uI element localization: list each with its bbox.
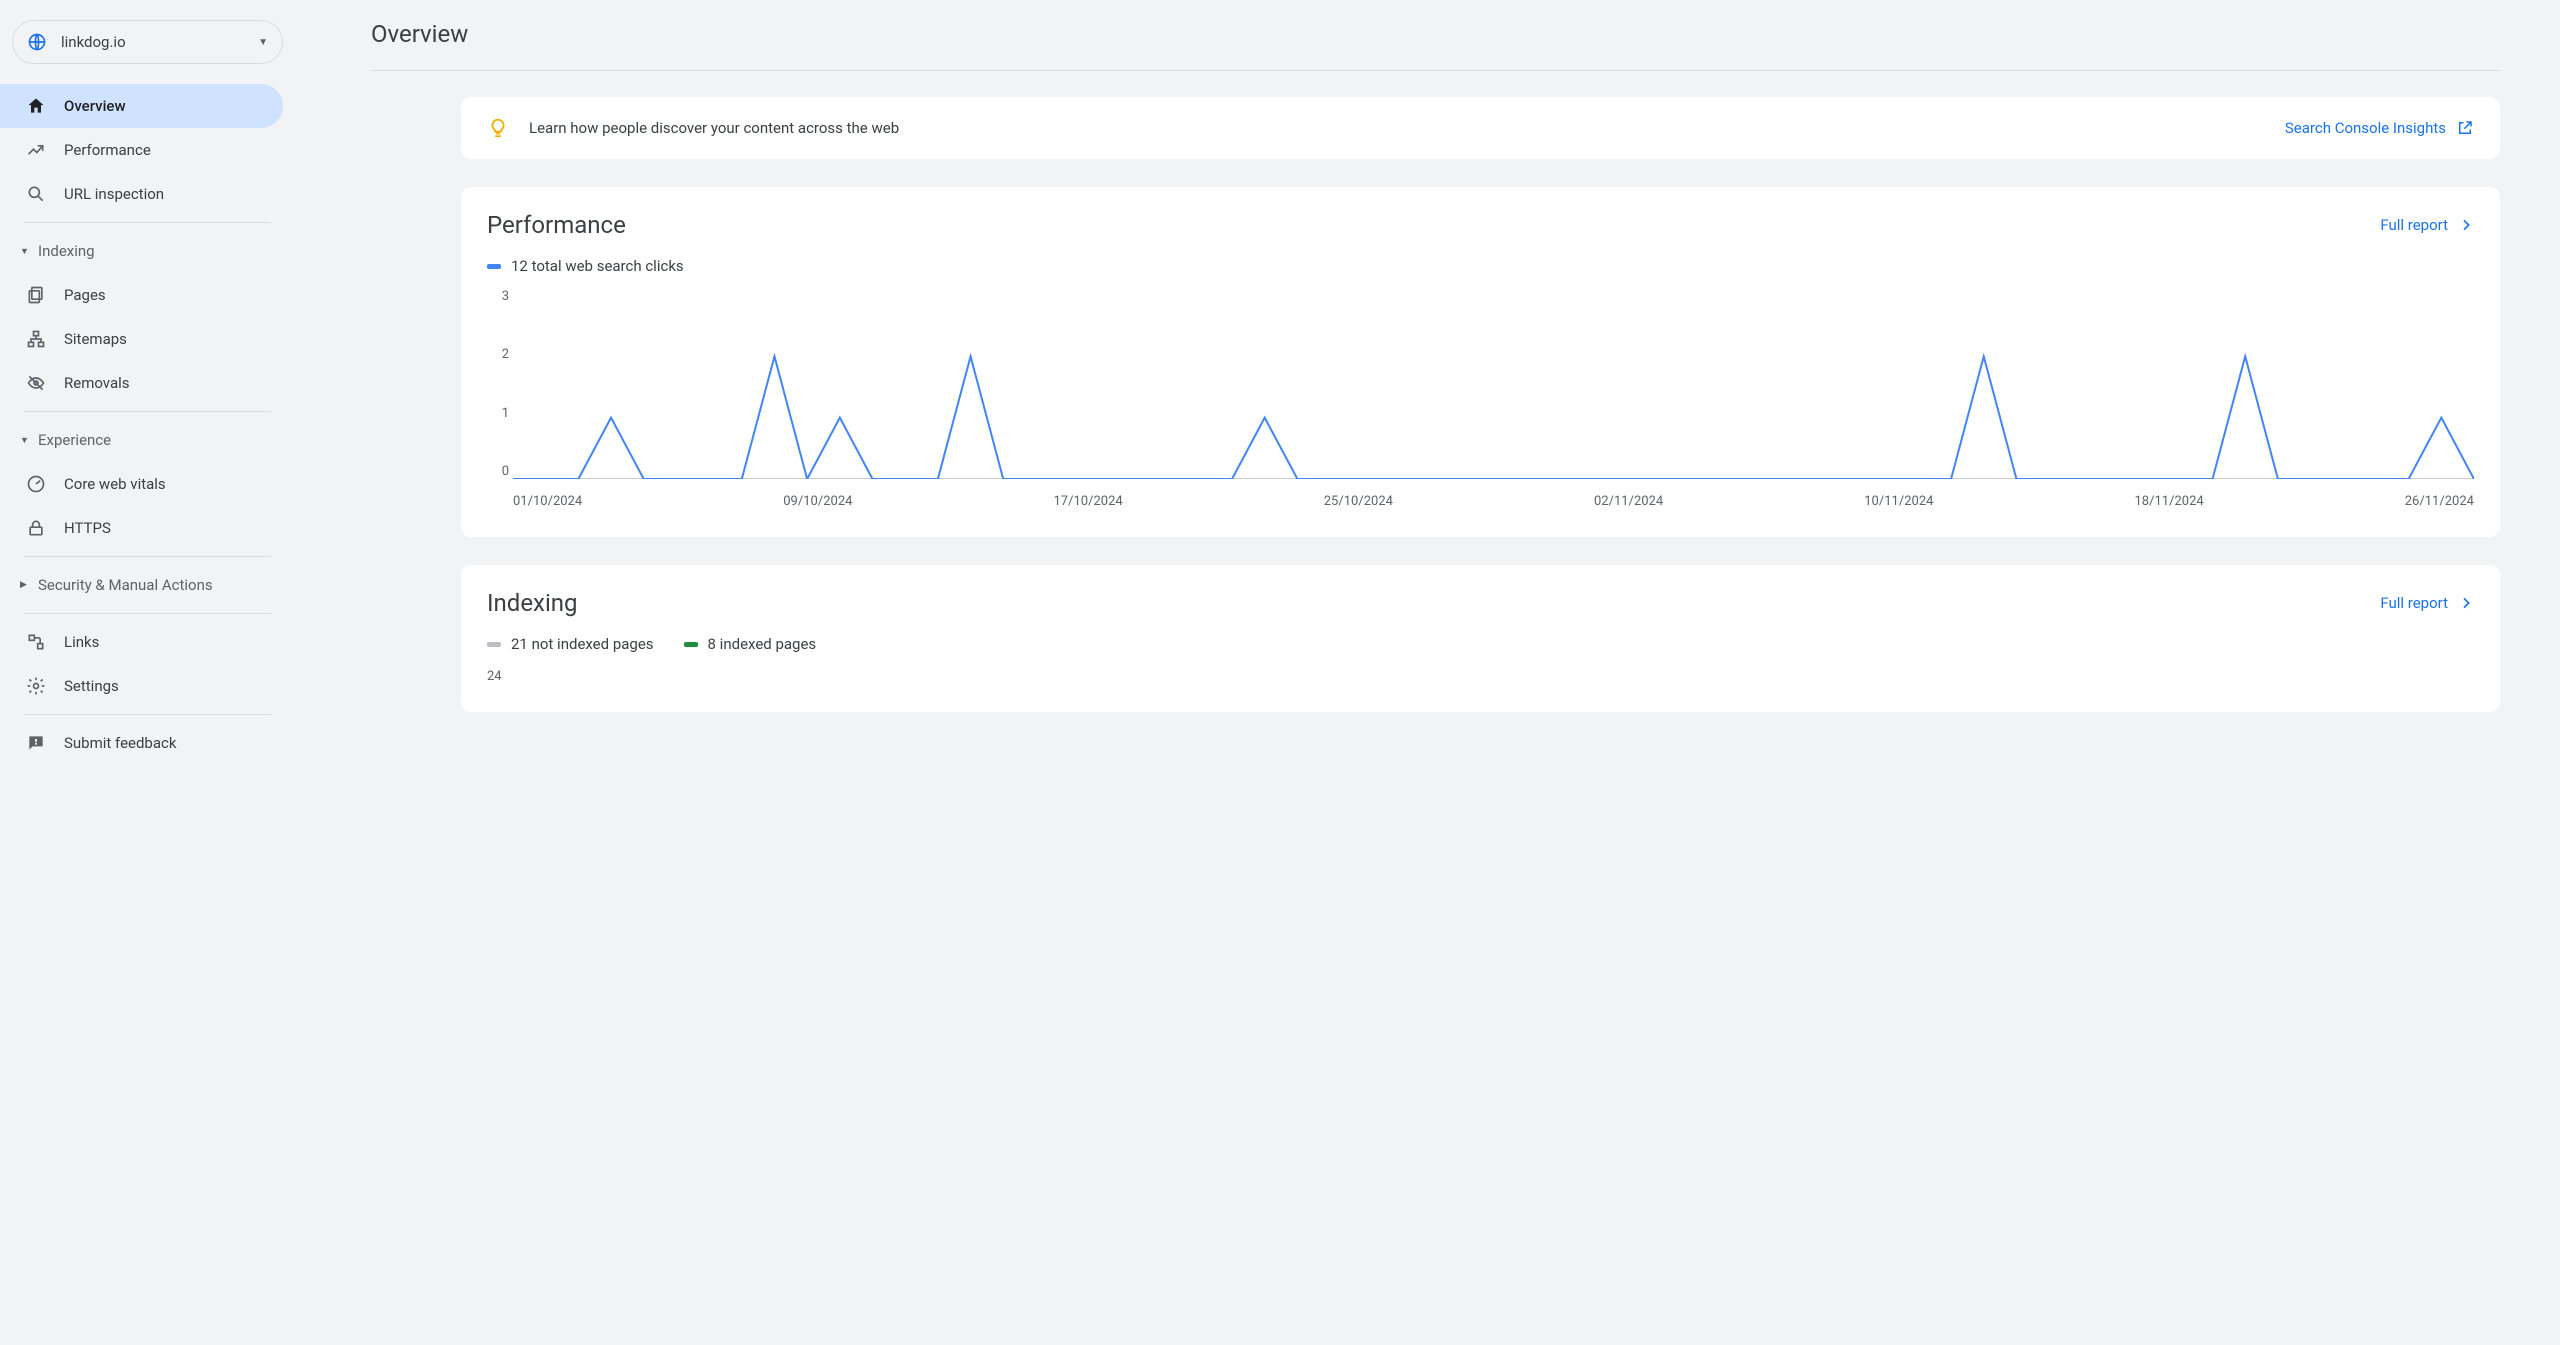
divider bbox=[24, 411, 271, 412]
link-label: Search Console Insights bbox=[2285, 119, 2446, 137]
legend-swatch bbox=[684, 642, 698, 647]
sidebar-section-label: Experience bbox=[38, 431, 111, 449]
home-icon bbox=[26, 96, 46, 116]
x-tick: 18/11/2024 bbox=[2135, 494, 2204, 509]
link-icon bbox=[26, 632, 46, 652]
x-tick: 17/10/2024 bbox=[1054, 494, 1123, 509]
sidebar-item-overview[interactable]: Overview bbox=[0, 84, 283, 128]
sidebar-item-label: URL inspection bbox=[64, 185, 164, 203]
legend-swatch bbox=[487, 642, 501, 647]
sidebar-section-label: Indexing bbox=[38, 242, 95, 260]
performance-card: Performance Full report 12 total web sea… bbox=[461, 187, 2500, 537]
sidebar-item-label: Performance bbox=[64, 141, 151, 159]
sidebar: linkdog.io ▼ Overview Performance URL in… bbox=[0, 0, 295, 1345]
indexing-legend: 21 not indexed pages 8 indexed pages bbox=[487, 635, 2474, 653]
sidebar-item-label: Pages bbox=[64, 286, 106, 304]
legend-swatch bbox=[487, 264, 501, 269]
performance-chart: 3 2 1 0 01/10/2024 09/10/2024 17/10/2024… bbox=[487, 289, 2474, 509]
performance-full-report-link[interactable]: Full report bbox=[2380, 216, 2474, 234]
visibility-off-icon bbox=[26, 373, 46, 393]
sidebar-section-label: Security & Manual Actions bbox=[38, 576, 213, 594]
sidebar-item-removals[interactable]: Removals bbox=[0, 361, 283, 405]
indexing-title: Indexing bbox=[487, 589, 2380, 617]
legend-item: 12 total web search clicks bbox=[487, 257, 684, 275]
insight-card: Learn how people discover your content a… bbox=[461, 97, 2500, 159]
lightbulb-icon bbox=[487, 117, 509, 139]
performance-title: Performance bbox=[487, 211, 2380, 239]
insight-text: Learn how people discover your content a… bbox=[529, 119, 2285, 137]
chevron-right-icon bbox=[2458, 595, 2474, 611]
sidebar-item-label: Settings bbox=[64, 677, 119, 695]
divider bbox=[24, 556, 271, 557]
sidebar-item-pages[interactable]: Pages bbox=[0, 273, 283, 317]
main-content: Overview Learn how people discover your … bbox=[295, 0, 2560, 1345]
property-name: linkdog.io bbox=[61, 33, 258, 51]
pages-icon bbox=[26, 285, 46, 305]
legend-label: 21 not indexed pages bbox=[511, 635, 654, 653]
x-tick: 01/10/2024 bbox=[513, 494, 582, 509]
trending-up-icon bbox=[26, 140, 46, 160]
caret-down-icon: ▼ bbox=[258, 37, 268, 48]
y-tick: 3 bbox=[487, 289, 509, 304]
plot-area bbox=[513, 295, 2474, 479]
sidebar-section-security-manual-actions[interactable]: ▶ Security & Manual Actions bbox=[0, 563, 295, 607]
indexing-card: Indexing Full report 21 not indexed page… bbox=[461, 565, 2500, 712]
y-tick: 0 bbox=[487, 464, 509, 479]
legend-item-not-indexed: 21 not indexed pages bbox=[487, 635, 654, 653]
sidebar-item-url-inspection[interactable]: URL inspection bbox=[0, 172, 283, 216]
open-in-new-icon bbox=[2456, 119, 2474, 137]
indexing-full-report-link[interactable]: Full report bbox=[2380, 594, 2474, 612]
sidebar-item-submit-feedback[interactable]: Submit feedback bbox=[0, 721, 283, 765]
x-tick: 25/10/2024 bbox=[1324, 494, 1393, 509]
sidebar-item-label: Sitemaps bbox=[64, 330, 127, 348]
link-label: Full report bbox=[2380, 594, 2448, 612]
x-tick: 26/11/2024 bbox=[2405, 494, 2474, 509]
caret-down-icon: ▼ bbox=[20, 435, 34, 446]
sidebar-item-label: Submit feedback bbox=[64, 734, 176, 752]
sidebar-item-https[interactable]: HTTPS bbox=[0, 506, 283, 550]
chevron-right-icon bbox=[2458, 217, 2474, 233]
caret-right-icon: ▶ bbox=[20, 580, 34, 590]
divider bbox=[24, 222, 271, 223]
y-tick: 2 bbox=[487, 347, 509, 362]
sidebar-item-sitemaps[interactable]: Sitemaps bbox=[0, 317, 283, 361]
x-tick: 10/11/2024 bbox=[1864, 494, 1933, 509]
sidebar-item-label: Links bbox=[64, 633, 99, 651]
sidebar-item-core-web-vitals[interactable]: Core web vitals bbox=[0, 462, 283, 506]
sitemap-icon bbox=[26, 329, 46, 349]
page-title: Overview bbox=[371, 20, 2500, 71]
sidebar-item-links[interactable]: Links bbox=[0, 620, 283, 664]
lock-icon bbox=[26, 518, 46, 538]
globe-icon bbox=[27, 32, 47, 52]
caret-down-icon: ▼ bbox=[20, 246, 34, 257]
legend-label: 8 indexed pages bbox=[708, 635, 817, 653]
sidebar-item-settings[interactable]: Settings bbox=[0, 664, 283, 708]
sidebar-item-performance[interactable]: Performance bbox=[0, 128, 283, 172]
performance-legend: 12 total web search clicks bbox=[487, 257, 2474, 275]
divider bbox=[24, 714, 271, 715]
y-axis: 3 2 1 0 bbox=[487, 289, 509, 479]
sidebar-section-experience[interactable]: ▼ Experience bbox=[0, 418, 295, 462]
sidebar-item-label: Removals bbox=[64, 374, 130, 392]
link-label: Full report bbox=[2380, 216, 2448, 234]
legend-label: 12 total web search clicks bbox=[511, 257, 684, 275]
sidebar-item-label: Core web vitals bbox=[64, 475, 166, 493]
search-icon bbox=[26, 184, 46, 204]
divider bbox=[24, 613, 271, 614]
search-console-insights-link[interactable]: Search Console Insights bbox=[2285, 119, 2474, 137]
legend-item-indexed: 8 indexed pages bbox=[684, 635, 817, 653]
y-tick: 1 bbox=[487, 406, 509, 421]
x-tick: 02/11/2024 bbox=[1594, 494, 1663, 509]
feedback-icon bbox=[26, 733, 46, 753]
gear-icon bbox=[26, 676, 46, 696]
x-axis: 01/10/2024 09/10/2024 17/10/2024 25/10/2… bbox=[513, 494, 2474, 509]
speed-icon bbox=[26, 474, 46, 494]
sidebar-item-label: Overview bbox=[64, 97, 126, 115]
sidebar-item-label: HTTPS bbox=[64, 519, 111, 537]
x-tick: 09/10/2024 bbox=[783, 494, 852, 509]
sidebar-section-indexing[interactable]: ▼ Indexing bbox=[0, 229, 295, 273]
y-tick: 24 bbox=[487, 669, 2474, 684]
property-selector[interactable]: linkdog.io ▼ bbox=[12, 20, 283, 64]
